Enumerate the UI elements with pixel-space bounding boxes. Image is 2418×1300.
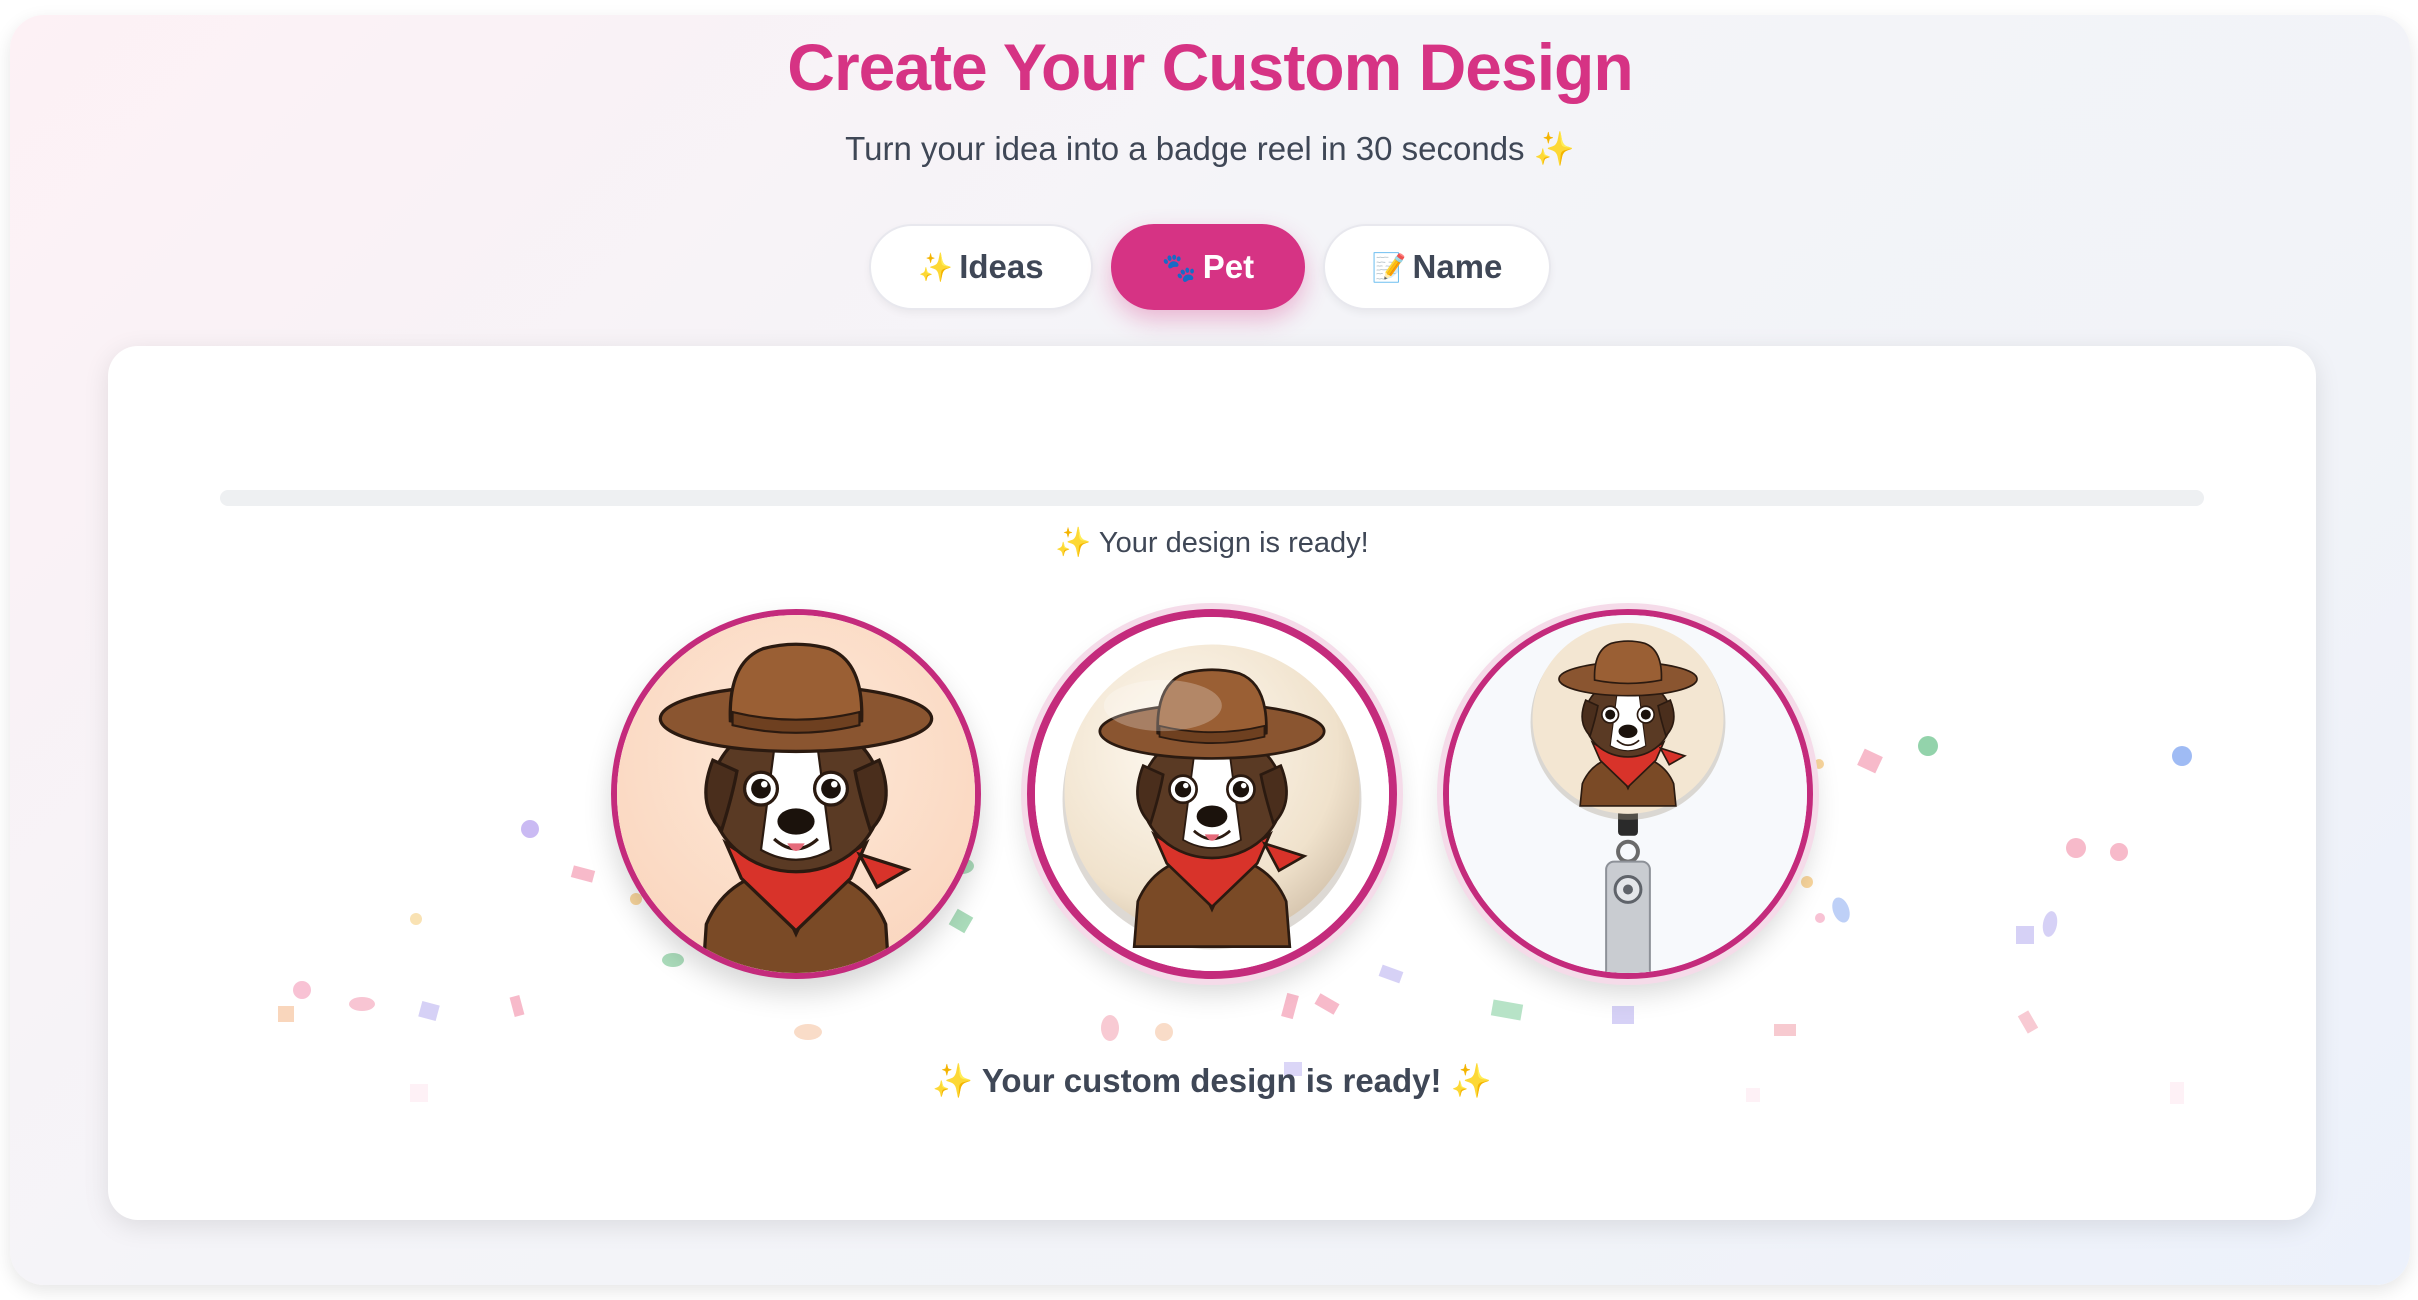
- memo-icon: 📝: [1371, 251, 1407, 283]
- tab-name-label: Name: [1412, 248, 1503, 285]
- result-card: ✨ Your design is ready! ✨ Your custom de…: [108, 346, 2316, 1220]
- button-badge-preview[interactable]: [1027, 609, 1397, 979]
- success-message: ✨ Your custom design is ready! ✨: [932, 1062, 1492, 1099]
- paw-prints-icon: 🐾: [1161, 251, 1197, 283]
- badge-reel-preview[interactable]: [1443, 609, 1813, 979]
- cowboy-dog-illustration: [617, 615, 975, 973]
- page-title: Create Your Custom Design: [787, 30, 1633, 104]
- tab-name[interactable]: 📝 Name: [1323, 224, 1551, 310]
- status-text: ✨ Your design is ready!: [1055, 527, 1369, 559]
- mode-tabs: ✨ Ideas 🐾 Pet 📝 Name: [10, 224, 2410, 310]
- flat-badge-preview[interactable]: [611, 609, 981, 979]
- page-subtitle: Turn your idea into a badge reel in 30 s…: [845, 130, 1575, 167]
- progress-track: [220, 490, 2204, 506]
- tab-ideas[interactable]: ✨ Ideas: [869, 224, 1093, 310]
- tab-pet[interactable]: 🐾 Pet: [1111, 224, 1305, 310]
- sparkles-icon: ✨: [918, 251, 954, 283]
- tab-pet-label: Pet: [1202, 248, 1255, 285]
- badge-reel-illustration: [1449, 615, 1807, 973]
- cowboy-dog-button-illustration: [1035, 617, 1389, 971]
- tab-ideas-label: Ideas: [959, 248, 1044, 285]
